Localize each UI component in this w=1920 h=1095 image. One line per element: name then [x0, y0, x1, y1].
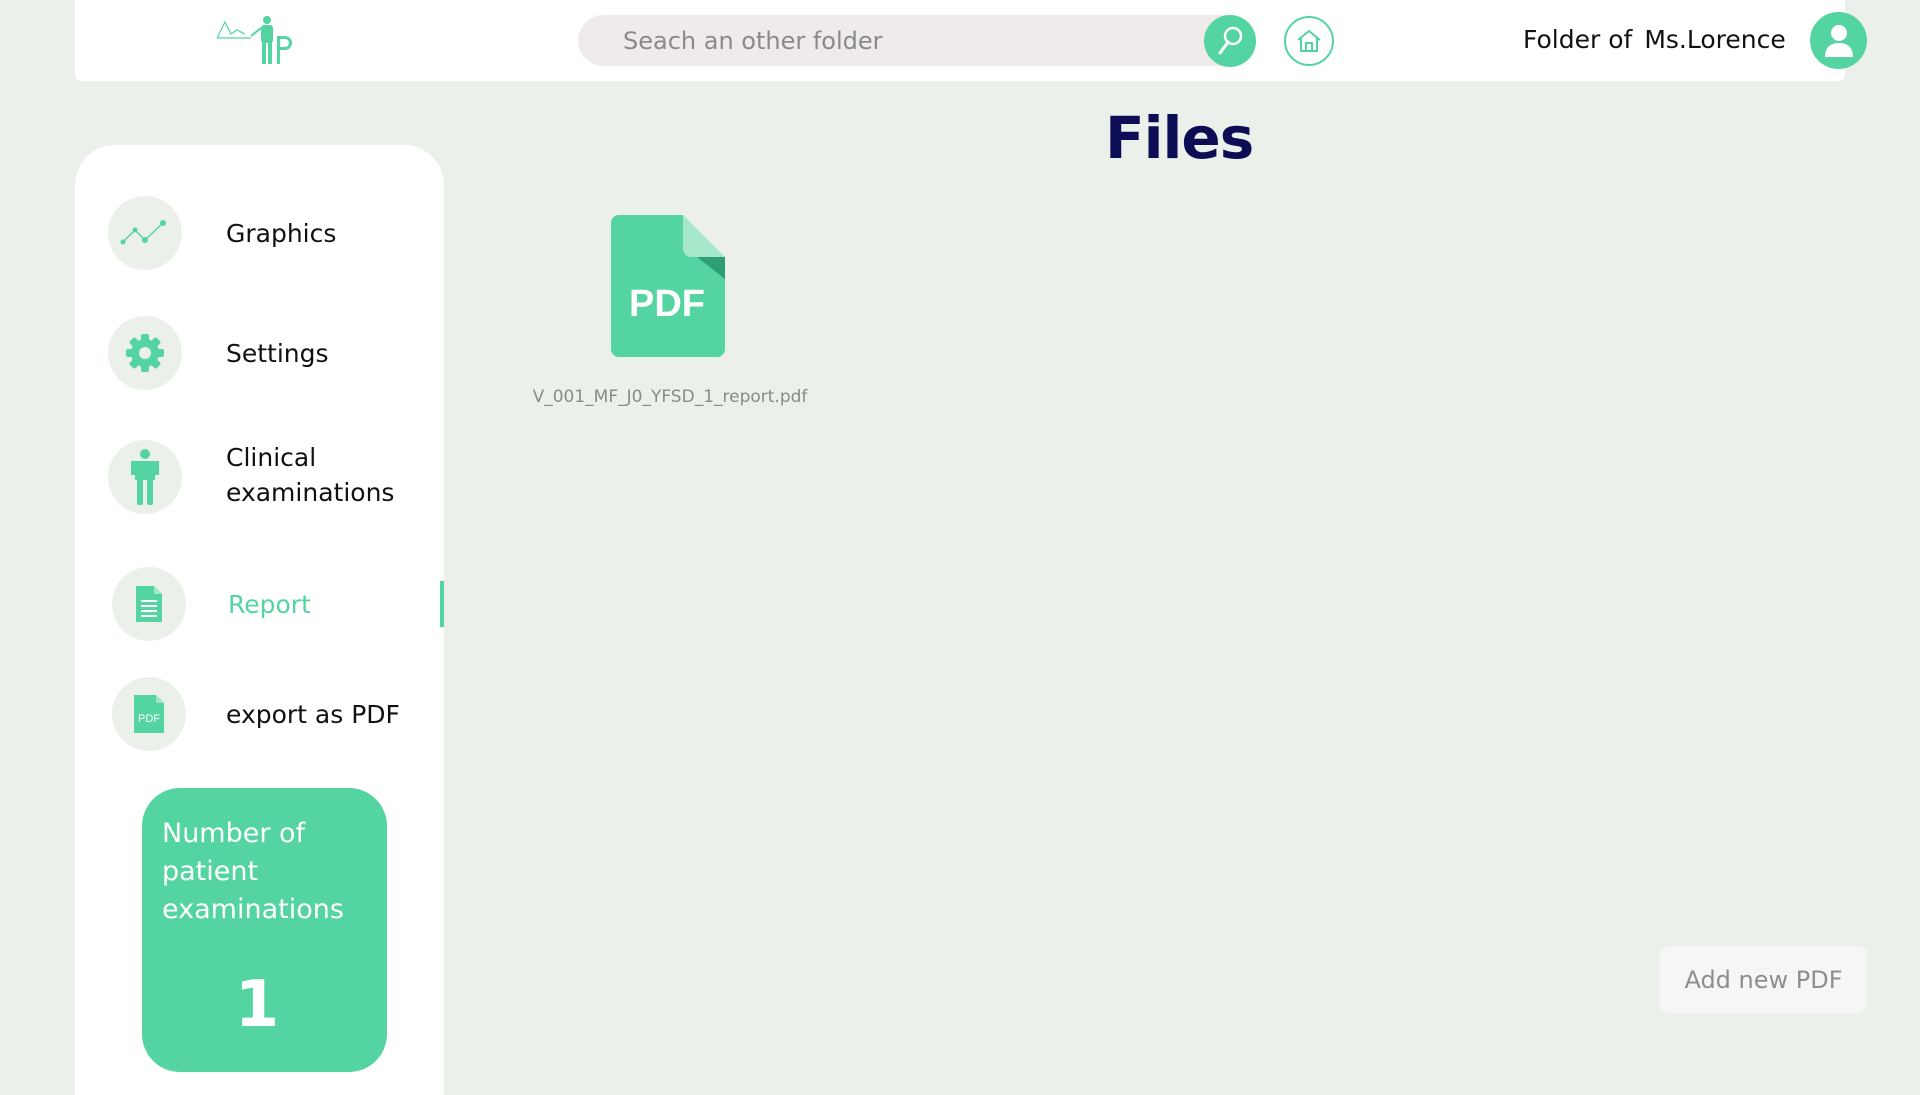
stats-label: Number of patient examinations: [162, 818, 344, 925]
sidebar: Graphics Settings Clinical examinations …: [75, 145, 444, 1095]
pdf-file-icon: PDF: [611, 215, 725, 357]
line-chart-icon: [120, 220, 166, 245]
sidebar-item-label: Clinical examinations: [226, 443, 395, 507]
search-icon: [1218, 26, 1243, 55]
sidebar-item-clinical-examinations[interactable]: Clinical examinations: [75, 440, 444, 514]
home-button[interactable]: [1284, 16, 1334, 66]
search-input[interactable]: [623, 15, 1183, 66]
nav-icon-circle: [108, 196, 182, 270]
svg-text:PDF: PDF: [629, 283, 705, 325]
user-icon: [1824, 24, 1853, 57]
sidebar-item-settings[interactable]: Settings: [75, 316, 444, 390]
nav-icon-circle: [108, 440, 182, 514]
folder-owner: Folder of Ms.Lorence: [1523, 22, 1786, 58]
home-icon: [1297, 30, 1321, 52]
sidebar-item-label: Graphics: [226, 219, 337, 248]
file-name: V_001_MF_J0_YFSD_1_report.pdf: [532, 387, 808, 407]
app-logo[interactable]: [215, 14, 297, 66]
nav-icon-circle: [108, 316, 182, 390]
sidebar-item-label: Settings: [226, 339, 329, 368]
active-indicator: [440, 581, 444, 627]
sidebar-item-label: Report: [228, 590, 311, 619]
add-pdf-button[interactable]: Add new PDF: [1660, 946, 1867, 1013]
gear-icon: [126, 334, 164, 372]
person-icon: [131, 449, 159, 505]
patient-name: Ms.Lorence: [1644, 25, 1786, 54]
document-icon: [136, 586, 162, 622]
search-bar: [578, 15, 1256, 66]
folder-prefix: Folder of: [1523, 25, 1633, 54]
pdf-icon: PDF: [134, 695, 164, 733]
svg-text:PDF: PDF: [138, 713, 160, 725]
sidebar-item-report[interactable]: Report: [75, 567, 444, 641]
user-avatar[interactable]: [1810, 12, 1867, 69]
nav-icon-circle: [112, 567, 186, 641]
stats-value: 1: [234, 968, 280, 1042]
examinations-count-card: Number of patient examinations 1: [142, 788, 387, 1072]
file-item[interactable]: PDF V_001_MF_J0_YFSD_1_report.pdf: [505, 215, 835, 415]
sidebar-item-label: export as PDF: [226, 700, 400, 729]
nav-icon-circle: PDF: [112, 677, 186, 751]
top-bar: Folder of Ms.Lorence: [75, 0, 1867, 81]
page-title: Files: [1105, 104, 1254, 172]
sidebar-item-export-pdf[interactable]: PDF export as PDF: [75, 677, 444, 751]
search-button[interactable]: [1204, 15, 1256, 67]
sidebar-item-graphics[interactable]: Graphics: [75, 196, 444, 270]
